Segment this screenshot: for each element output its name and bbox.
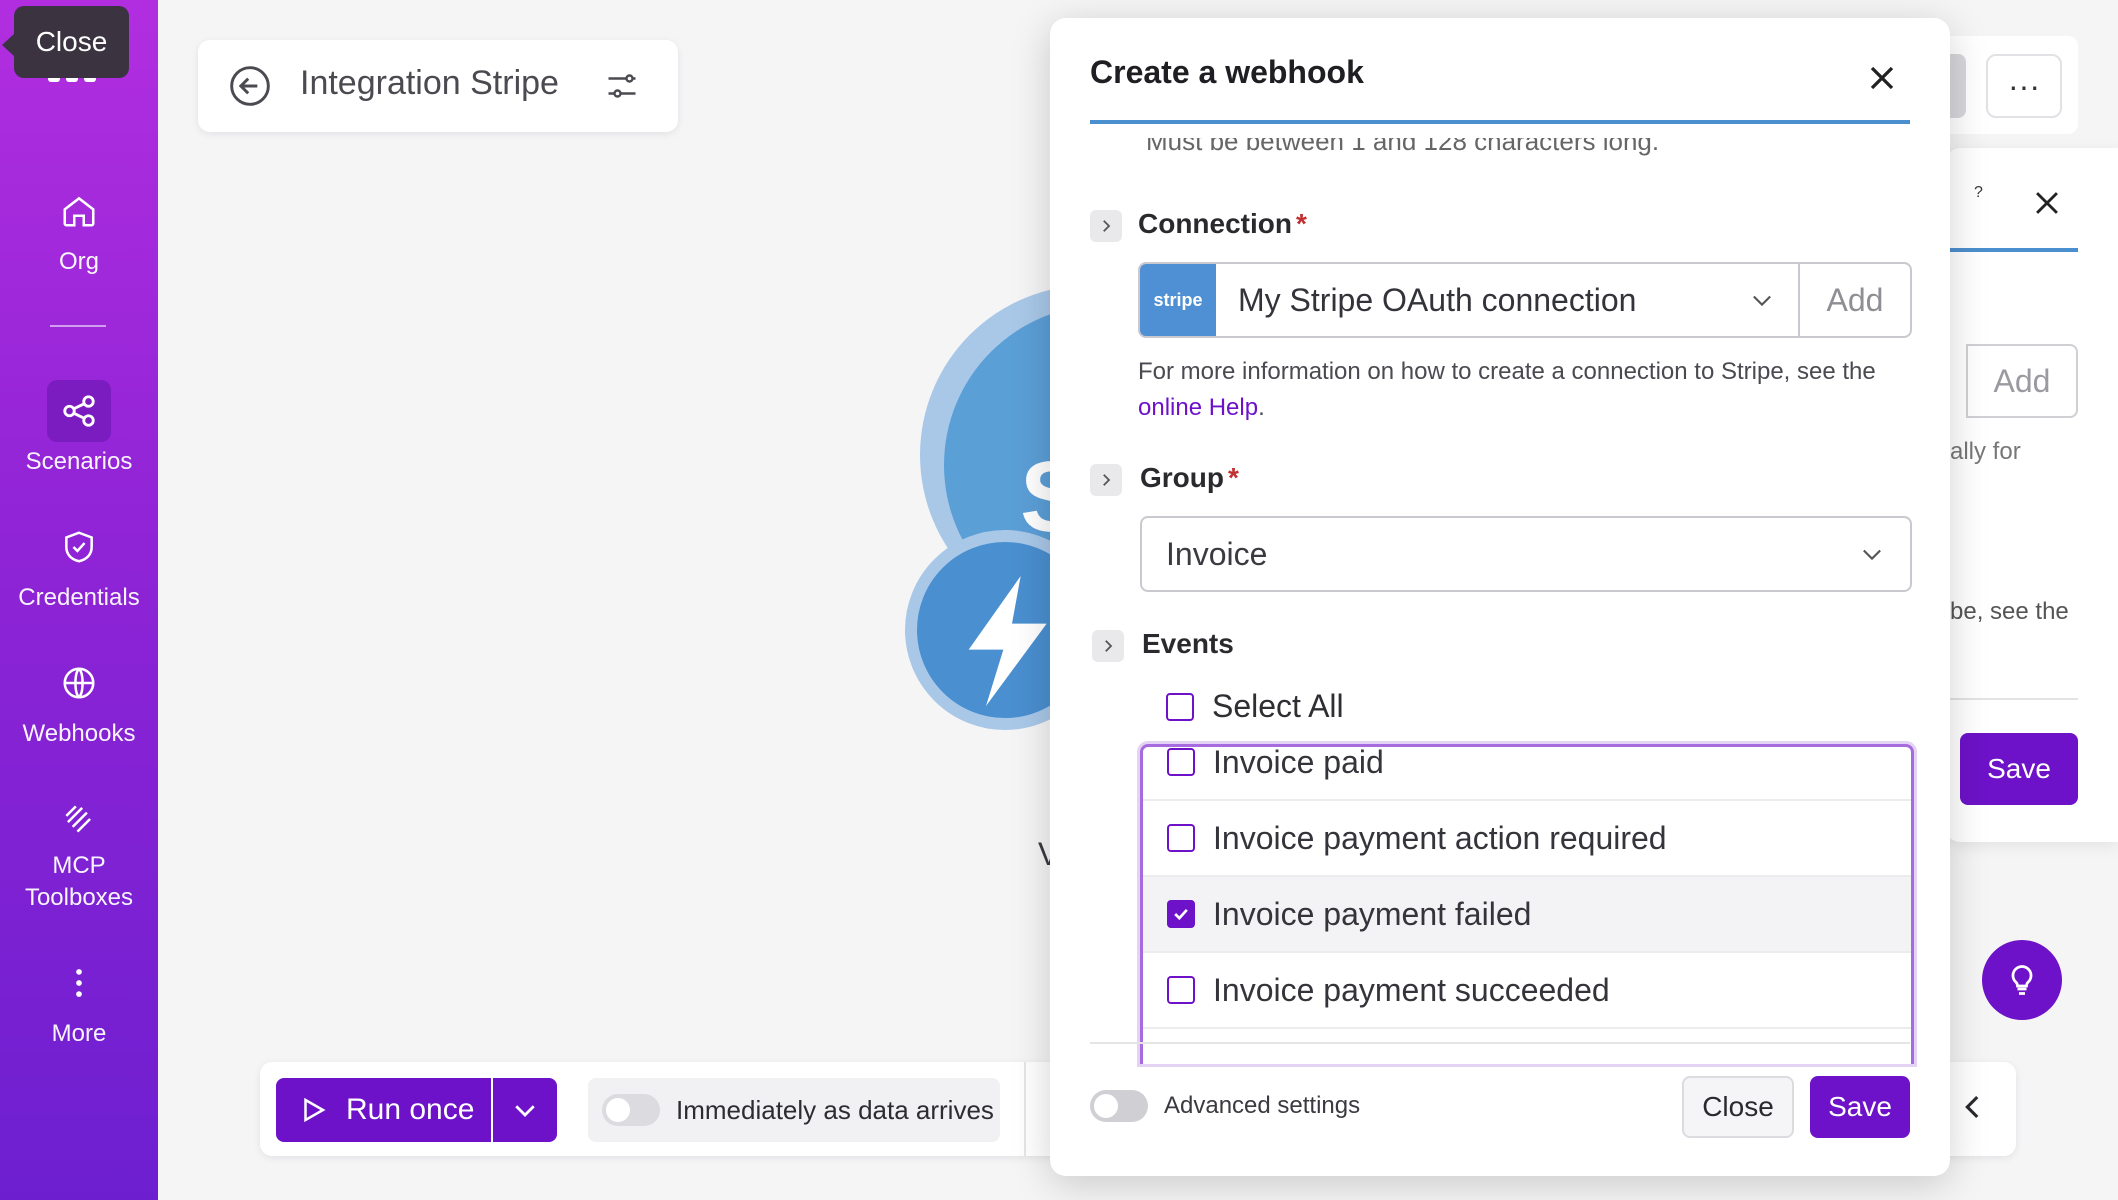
dialog-title: Create a webhook (1090, 54, 1364, 90)
dialog-title-underline (1090, 120, 1910, 124)
checkbox[interactable] (1167, 824, 1195, 852)
list-item[interactable] (1143, 1029, 1911, 1064)
checkbox[interactable] (1167, 748, 1195, 776)
checkbox-checked[interactable] (1167, 900, 1195, 928)
event-label: Invoice paid (1213, 744, 1384, 780)
event-label: Invoice payment succeeded (1213, 971, 1610, 1008)
connection-value: My Stripe OAuth connection (1238, 281, 1637, 318)
chevron-down-icon (515, 1105, 535, 1117)
dialog-close-button[interactable] (1862, 58, 1902, 98)
collapse-toolbar-button[interactable] (1956, 1090, 1990, 1129)
sidebar-item-mcp-toolboxes[interactable]: MCP Toolboxes (0, 788, 158, 914)
panel-help-text: be, see the (1950, 598, 2069, 625)
chevron-right-icon (1105, 640, 1113, 652)
list-item[interactable]: Invoice payment failed (1143, 877, 1911, 953)
close-button[interactable]: Close (1682, 1076, 1794, 1138)
more-vertical-icon (47, 952, 111, 1014)
panel-divider (1946, 698, 2078, 700)
group-expander[interactable] (1090, 464, 1122, 496)
chevron-right-icon (1103, 220, 1111, 232)
chevron-down-icon (1863, 549, 1881, 561)
sidebar-item-label: MCP (52, 852, 106, 879)
sidebar-item-webhooks[interactable]: Webhooks (0, 652, 158, 750)
sidebar-item-org[interactable]: Org (0, 180, 158, 278)
event-label: Invoice payment action required (1213, 819, 1667, 856)
list-item[interactable]: Invoice payment succeeded (1143, 953, 1911, 1029)
chevron-left-icon (1965, 1095, 1979, 1119)
sidebar-item-label: Toolboxes (24, 884, 134, 911)
more-menu-button[interactable]: ··· (1986, 54, 2062, 118)
toolbox-icon (47, 788, 111, 850)
list-item[interactable]: Invoice paid (1143, 744, 1911, 801)
play-icon (304, 1097, 326, 1123)
home-icon (47, 180, 111, 242)
schedule-label: Immediately as data arrives (676, 1094, 994, 1125)
hint-button[interactable] (1982, 940, 2062, 1020)
scenario-header: Integration Stripe (198, 40, 678, 132)
sidebar-item-label: Scenarios (25, 448, 133, 475)
list-item[interactable]: Invoice payment action required (1143, 801, 1911, 877)
sidebar-item-more[interactable]: More (0, 952, 158, 1050)
sidebar-item-label: More (51, 1020, 107, 1047)
add-connection-button[interactable]: Add (1966, 344, 2078, 418)
ellipsis-icon: ··· (2008, 67, 2040, 104)
close-icon[interactable] (2030, 186, 2064, 225)
sidebar-item-scenarios[interactable]: Scenarios (0, 380, 158, 478)
connection-expander[interactable] (1090, 210, 1122, 242)
checkbox[interactable] (1167, 976, 1195, 1004)
chevron-right-icon (1103, 474, 1111, 486)
save-button[interactable]: Save (1810, 1076, 1910, 1138)
connection-help-text: For more information on how to create a … (1138, 358, 1876, 421)
checkmark-icon (1174, 908, 1188, 921)
scenario-title[interactable]: Integration Stripe (300, 64, 559, 103)
name-field-hint: Must be between 1 and 128 characters lon… (1146, 138, 1660, 156)
toggle-switch[interactable] (1090, 1090, 1148, 1122)
close-icon (1870, 66, 1894, 90)
events-label: Events (1142, 628, 1234, 659)
online-help-link[interactable]: online Help (1138, 394, 1258, 421)
globe-icon (47, 652, 111, 714)
connection-select[interactable]: My Stripe OAuth connection (1216, 264, 1800, 336)
run-once-button[interactable]: Run once (276, 1078, 491, 1142)
sidebar-item-label: Webhooks (22, 720, 136, 747)
close-tooltip: Close (2, 6, 129, 78)
run-once-label: Run once (346, 1093, 475, 1126)
schedule-toggle[interactable] (602, 1094, 660, 1126)
events-list[interactable]: Invoice paid Invoice payment action requ… (1140, 744, 1914, 1064)
event-label: Invoice payment failed (1213, 895, 1532, 932)
group-label: Group * (1140, 462, 1239, 493)
sidebar-item-label: Org (58, 248, 99, 275)
connection-field: stripe My Stripe OAuth connection Add (1138, 262, 1912, 338)
help-icon[interactable]: ? (1974, 184, 1983, 202)
share-icon (47, 380, 111, 442)
connection-label: Connection * (1138, 208, 1307, 239)
run-options-dropdown[interactable] (493, 1078, 557, 1142)
sidebar: Org Scenarios Credentials Webhooks MCP T… (0, 0, 158, 1200)
advanced-settings-label: Advanced settings (1164, 1092, 1361, 1119)
sidebar-item-label: Credentials (18, 584, 140, 611)
sidebar-divider (50, 325, 106, 327)
create-webhook-dialog: Create a webhook Must be between 1 and 1… (1050, 18, 1950, 1176)
group-select[interactable]: Invoice (1140, 516, 1912, 592)
select-all-checkbox[interactable]: Select All (1166, 688, 1344, 725)
panel-accent-line (1946, 248, 2078, 252)
shield-icon (47, 516, 111, 578)
back-arrow-icon[interactable] (228, 64, 272, 108)
group-value: Invoice (1166, 535, 1268, 572)
select-all-label: Select All (1212, 688, 1344, 724)
panel-help-text: ally for (1950, 438, 2021, 465)
sidebar-item-credentials[interactable]: Credentials (0, 516, 158, 614)
stripe-logo: stripe (1140, 264, 1216, 336)
panel-save-button[interactable]: Save (1960, 733, 2078, 805)
events-expander[interactable] (1092, 630, 1124, 662)
dialog-footer-divider (1090, 1042, 1910, 1044)
add-connection-button[interactable]: Add (1800, 264, 1910, 336)
settings-sliders-icon[interactable] (604, 68, 640, 109)
schedule-setting[interactable]: Immediately as data arrives (588, 1078, 1000, 1142)
checkbox[interactable] (1166, 692, 1194, 721)
advanced-settings-toggle[interactable]: Advanced settings (1090, 1090, 1360, 1122)
lightbulb-icon (2011, 965, 2033, 995)
toolbar-divider (1024, 1062, 1026, 1156)
chevron-down-icon (1753, 295, 1771, 307)
